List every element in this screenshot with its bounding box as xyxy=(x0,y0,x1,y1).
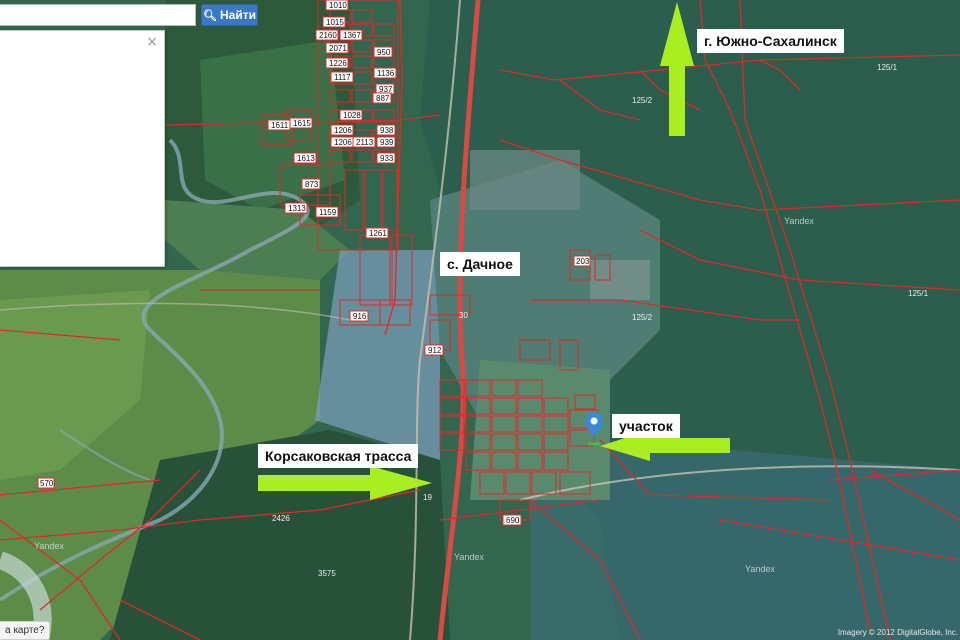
parcel-number-938: 938 xyxy=(380,126,394,135)
parcel-number-916: 916 xyxy=(353,312,367,321)
parcel-number-912: 912 xyxy=(428,346,442,355)
yandex-watermark: Yandex xyxy=(454,552,484,562)
parcel-number-125-2-mid: 125/2 xyxy=(632,313,653,322)
parcel-number-1226: 1226 xyxy=(329,59,347,68)
parcel-number-30: 30 xyxy=(459,311,468,320)
search-input[interactable] xyxy=(0,4,196,26)
parcel-number-1613: 1613 xyxy=(297,154,315,163)
parcel-number-690: 690 xyxy=(506,516,520,525)
parcel-number-887: 887 xyxy=(376,94,390,103)
highway-label: Корсаковская трасса xyxy=(258,444,419,468)
parcel-number-873: 873 xyxy=(305,180,319,189)
parcel-number-570: 570 xyxy=(40,479,54,488)
parcel-number-1117: 1117 xyxy=(334,73,351,82)
parcel-number-1136: 1136 xyxy=(377,69,395,78)
parcel-number-2426: 2426 xyxy=(272,514,290,523)
search-button[interactable]: 🔍︎ Найти xyxy=(201,4,258,26)
parcel-number-125-2-top: 125/2 xyxy=(632,96,653,105)
parcel-number-2071: 2071 xyxy=(329,44,347,53)
parcel-number-1611: 1611 xyxy=(271,121,289,130)
parcel-number-1206: 1206 xyxy=(334,126,352,135)
yandex-watermark: Yandex xyxy=(745,564,775,574)
close-icon[interactable]: × xyxy=(146,34,158,50)
yandex-watermark: Yandex xyxy=(784,216,814,226)
city-label: г. Южно-Сахалинск xyxy=(697,29,844,53)
search-button-label: Найти xyxy=(220,8,256,22)
parcel-number-1261: 1261 xyxy=(369,229,387,238)
parcel-number-1206-b: 1206 xyxy=(334,138,352,147)
parcel-number-939: 939 xyxy=(380,138,394,147)
parcel-number-3575: 3575 xyxy=(318,569,336,578)
parcel-number-1010: 1010 xyxy=(329,1,347,10)
parcel-number-1367: 1367 xyxy=(343,31,361,40)
parcel-number-1615: 1615 xyxy=(293,119,311,128)
parcel-number-1028: 1028 xyxy=(343,111,361,120)
village-label: с. Дачное xyxy=(440,252,520,276)
yandex-watermark: Yandex xyxy=(34,541,64,551)
parcel-number-2113: 2113 xyxy=(356,138,374,147)
parcel-number-19: 19 xyxy=(423,493,432,502)
parcel-number-125-1-right: 125/1 xyxy=(908,289,929,298)
parcel-number-950: 950 xyxy=(377,48,391,57)
parcel-number-2160: 2160 xyxy=(319,31,337,40)
plot-label: участок xyxy=(612,414,680,438)
parcel-number-1015: 1015 xyxy=(326,18,344,27)
search-icon: 🔍︎ xyxy=(203,8,217,22)
parcel-number-1159: 1159 xyxy=(319,208,337,217)
imagery-copyright: Imagery © 2012 DigitalGlobe, Inc. xyxy=(837,628,958,637)
info-panel: × xyxy=(0,30,165,267)
parcel-number-933: 933 xyxy=(380,154,394,163)
parcel-number-203: 203 xyxy=(576,257,590,266)
report-error-link[interactable]: а карте? xyxy=(0,621,51,640)
parcel-number-125-1-top: 125/1 xyxy=(877,63,898,72)
parcel-number-1313: 1313 xyxy=(288,204,306,213)
